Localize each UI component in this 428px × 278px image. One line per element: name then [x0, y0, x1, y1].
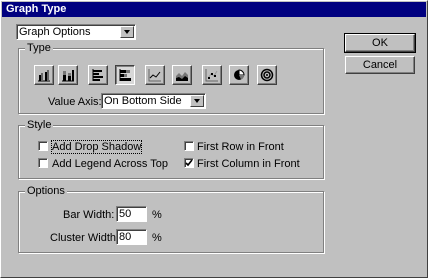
- stacked-column-icon: [62, 70, 74, 82]
- line-graph-icon: [148, 69, 161, 82]
- grouped-bar-graph-button[interactable]: [88, 65, 108, 85]
- line-graph-button[interactable]: [145, 65, 165, 85]
- stacked-bar-icon: [119, 69, 131, 81]
- first-row-in-front-checkbox[interactable]: [184, 141, 194, 151]
- bar-width-label: Bar Width:: [63, 209, 115, 221]
- chevron-down-icon[interactable]: [120, 26, 134, 38]
- style-group-label: Style: [25, 119, 54, 131]
- graph-options-dropdown-value: Graph Options: [19, 26, 91, 38]
- value-axis-dropdown[interactable]: On Bottom Side: [101, 93, 206, 109]
- cluster-width-label: Cluster Width:: [50, 232, 120, 244]
- grouped-column-graph-button[interactable]: [34, 65, 54, 85]
- stacked-column-graph-button[interactable]: [58, 65, 78, 85]
- cluster-width-unit: %: [152, 232, 162, 244]
- grouped-bar-icon: [92, 69, 103, 81]
- pie-graph-button[interactable]: [229, 65, 249, 85]
- cancel-button[interactable]: Cancel: [345, 56, 415, 74]
- type-group-label: Type: [25, 42, 53, 54]
- first-column-in-front-label[interactable]: First Column in Front: [197, 158, 300, 170]
- area-graph-button[interactable]: [172, 65, 192, 85]
- chevron-down-icon[interactable]: [190, 95, 204, 107]
- checkmark-icon: [185, 159, 193, 167]
- dialog-title: Graph Type: [2, 2, 426, 17]
- add-drop-shadow-label[interactable]: Add Drop Shadow: [50, 140, 143, 154]
- scatter-graph-button[interactable]: [202, 65, 222, 85]
- graph-type-dialog: Graph Type Graph Options OK Cancel Type …: [0, 0, 428, 278]
- area-graph-icon: [176, 72, 188, 81]
- first-row-in-front-label[interactable]: First Row in Front: [197, 141, 284, 153]
- add-drop-shadow-checkbox[interactable]: [38, 141, 48, 151]
- first-column-in-front-checkbox[interactable]: [184, 158, 194, 168]
- radar-graph-button[interactable]: [257, 65, 277, 85]
- radar-graph-icon: [260, 68, 274, 82]
- bar-width-input[interactable]: 50: [116, 206, 147, 222]
- ok-button[interactable]: OK: [344, 33, 416, 53]
- options-group-label: Options: [25, 185, 67, 197]
- graph-options-dropdown[interactable]: Graph Options: [16, 24, 136, 40]
- scatter-graph-icon: [205, 69, 218, 82]
- grouped-column-icon: [38, 70, 50, 82]
- value-axis-label: Value Axis:: [48, 96, 102, 108]
- stacked-bar-graph-button[interactable]: [115, 65, 135, 85]
- cluster-width-input[interactable]: 80: [116, 229, 147, 245]
- add-legend-across-top-checkbox[interactable]: [38, 158, 48, 168]
- pie-graph-icon: [234, 69, 245, 80]
- value-axis-dropdown-value: On Bottom Side: [104, 95, 182, 107]
- bar-width-unit: %: [152, 209, 162, 221]
- add-legend-across-top-label[interactable]: Add Legend Across Top: [52, 158, 168, 170]
